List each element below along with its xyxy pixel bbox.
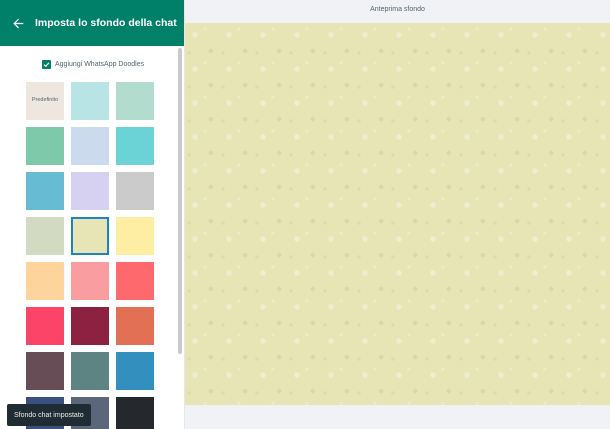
panel-title: Imposta lo sfondo della chat xyxy=(35,17,177,29)
wallpaper-swatch[interactable] xyxy=(71,82,109,120)
wallpaper-swatch[interactable] xyxy=(71,217,109,255)
wallpaper-swatch[interactable] xyxy=(26,172,64,210)
wallpaper-swatch[interactable] xyxy=(71,127,109,165)
toast-notification: Sfondo chat impostato xyxy=(7,404,91,426)
wallpaper-swatch[interactable] xyxy=(26,262,64,300)
wallpaper-swatch[interactable] xyxy=(71,172,109,210)
wallpaper-swatch[interactable] xyxy=(116,262,154,300)
wallpaper-swatch[interactable] xyxy=(116,172,154,210)
wallpaper-swatch[interactable] xyxy=(71,262,109,300)
wallpaper-color-grid: Predefinito xyxy=(26,82,154,429)
swatch-label: Predefinito xyxy=(31,97,59,103)
toast-text: Sfondo chat impostato xyxy=(14,411,84,419)
swatch-default[interactable]: Predefinito xyxy=(26,82,64,120)
wallpaper-swatch[interactable] xyxy=(26,307,64,345)
wallpaper-swatch[interactable] xyxy=(26,217,64,255)
wallpaper-swatch[interactable] xyxy=(116,82,154,120)
wallpaper-swatch[interactable] xyxy=(71,352,109,390)
wallpaper-preview-panel: Anteprima sfondo xyxy=(185,0,610,429)
wallpaper-swatch[interactable] xyxy=(71,307,109,345)
wallpaper-preview xyxy=(185,23,610,405)
back-arrow-icon[interactable] xyxy=(9,14,27,32)
wallpaper-swatch[interactable] xyxy=(116,217,154,255)
wallpaper-swatch[interactable] xyxy=(26,127,64,165)
doodles-checkbox[interactable] xyxy=(42,59,51,69)
doodles-label: Aggiungi WhatsApp Doodles xyxy=(55,60,145,68)
doodles-toggle[interactable]: Aggiungi WhatsApp Doodles xyxy=(42,58,144,70)
panel-header: Imposta lo sfondo della chat xyxy=(0,0,184,46)
wallpaper-swatch[interactable] xyxy=(116,127,154,165)
wallpaper-swatch[interactable] xyxy=(116,397,154,429)
wallpaper-swatch[interactable] xyxy=(116,307,154,345)
preview-title: Anteprima sfondo xyxy=(370,6,425,13)
wallpaper-settings-panel: Imposta lo sfondo della chat Aggiungi Wh… xyxy=(0,0,185,429)
wallpaper-swatch[interactable] xyxy=(116,352,154,390)
wallpaper-swatch[interactable] xyxy=(26,352,64,390)
scrollbar-thumb[interactable] xyxy=(178,48,182,354)
